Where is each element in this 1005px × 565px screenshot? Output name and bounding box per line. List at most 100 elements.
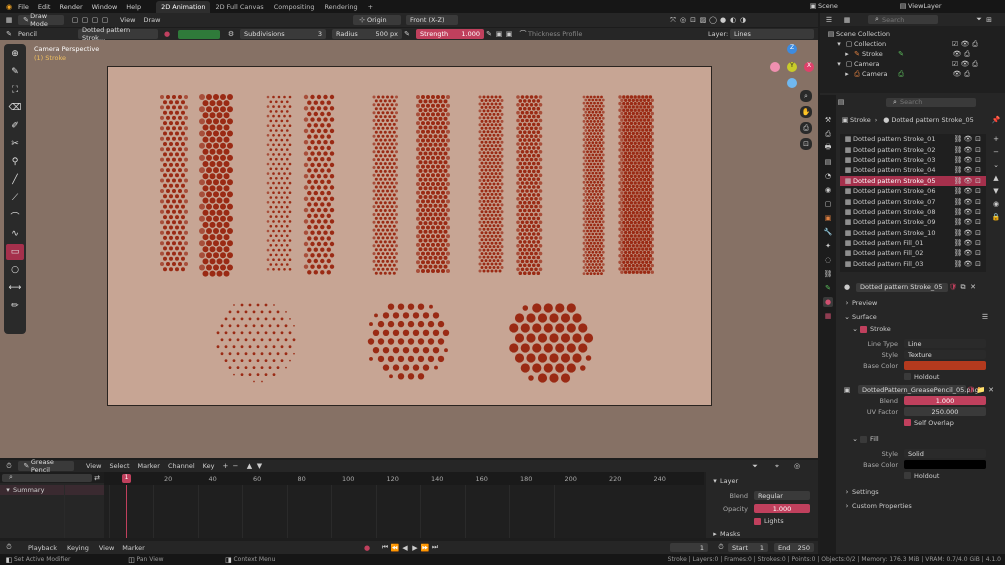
tab-compositing[interactable]: Compositing <box>269 1 320 13</box>
fake-user-icon[interactable]: 🛡 <box>948 282 958 292</box>
link-icon[interactable]: ⛓ <box>953 186 963 196</box>
scene-name[interactable]: Scene <box>818 2 898 10</box>
arc-tool-icon[interactable]: ⌒ <box>6 208 24 224</box>
proportional-icon[interactable]: ◎ <box>792 461 802 471</box>
visibility-icon[interactable]: 👁 <box>963 217 973 227</box>
visibility-icon[interactable]: 👁 <box>963 228 973 238</box>
image-browse-icon[interactable]: ▣ <box>842 385 852 395</box>
lights-checkbox[interactable] <box>754 517 761 525</box>
link-icon[interactable]: ⛓ <box>953 165 963 175</box>
gizmo-icon[interactable]: ⤧ <box>668 15 678 25</box>
material-slot-item[interactable]: ▦ Dotted pattern Stroke_03 ⛓ 👁 ⊡ <box>840 155 986 165</box>
collection-tab-icon[interactable]: ▢ <box>823 199 833 209</box>
snap-timeline-icon[interactable]: ⌖ <box>772 461 782 471</box>
menu-render[interactable]: Render <box>59 3 82 11</box>
subdivisions-field[interactable]: Subdivisions 3 <box>240 29 326 39</box>
annotate-tool-icon[interactable]: ✏ <box>6 298 24 314</box>
tool-tab-icon[interactable]: ⚒ <box>823 115 833 125</box>
jump-end-icon[interactable]: ⏭ <box>430 543 440 553</box>
shading-solid-icon[interactable]: ● <box>718 15 728 25</box>
play-icon[interactable]: ▶ <box>410 543 420 553</box>
modifier-tab-icon[interactable]: 🔧 <box>823 227 833 237</box>
preview-range-icon[interactable]: ⏱ <box>716 543 726 553</box>
uv-factor-field[interactable]: 250.000 <box>904 407 986 416</box>
interpolate-tool-icon[interactable]: ⟷ <box>6 280 24 296</box>
material-slot-item[interactable]: ▦ Dotted pattern Stroke_08 ⛓ 👁 ⊡ <box>840 207 986 217</box>
fill-enable-checkbox[interactable] <box>860 435 867 443</box>
material-slot-item[interactable]: ▦ Dotted pattern Stroke_05 ⛓ 👁 ⊡ <box>840 175 986 186</box>
settings-panel-header[interactable]: › Settings <box>842 486 1004 498</box>
physics-tab-icon[interactable]: ◌ <box>823 255 833 265</box>
visibility-icon[interactable]: 👁 <box>963 145 973 155</box>
outliner-camera[interactable]: ▸ ⎙ Camera ⎙ 👁 ⎙ <box>826 69 1005 79</box>
lock-icon[interactable]: ⊡ <box>973 217 983 227</box>
menu-file[interactable]: File <box>18 3 29 11</box>
visibility-icon[interactable]: 👁 <box>963 176 973 186</box>
camera-render-icon[interactable]: ⎙ <box>970 59 980 69</box>
link-icon[interactable]: ⛓ <box>953 176 963 186</box>
lock-icon[interactable]: ⊡ <box>973 248 983 258</box>
move-up-icon[interactable]: ▲ <box>991 173 1001 183</box>
current-frame-field[interactable]: 1 <box>670 543 708 552</box>
lock-icon[interactable]: ⊡ <box>973 176 983 186</box>
link-icon[interactable]: ⛓ <box>953 228 963 238</box>
filter-icon[interactable]: ⏷ <box>750 461 760 471</box>
material-tab-icon[interactable]: ● <box>823 297 833 307</box>
front-view-dropdown[interactable]: Front (X-Z) <box>406 15 458 25</box>
menu-window[interactable]: Window <box>92 3 118 11</box>
stroke-subpanel-header[interactable]: ⌄ Stroke <box>842 323 1004 335</box>
scene-tab-icon[interactable]: ◔ <box>823 171 833 181</box>
jump-start-icon[interactable]: ⏮ <box>380 543 390 553</box>
texture-fake-user-icon[interactable]: 🛡 <box>966 385 976 395</box>
material-slot-item[interactable]: ▦ Dotted pattern Stroke_10 ⛓ 👁 ⊡ <box>840 228 986 238</box>
camera-render-icon[interactable]: ⎙ <box>962 69 972 79</box>
footer-view-menu[interactable]: View <box>99 544 114 552</box>
draw-menu[interactable]: Draw <box>143 16 160 24</box>
timeline-menu-select[interactable]: Select <box>109 462 129 470</box>
camera-render-icon[interactable]: ⎙ <box>962 49 972 59</box>
swap-icon[interactable]: ⇄ <box>92 473 102 483</box>
outliner-camera-collection[interactable]: ▾ ▢ Camera ☑ 👁 ⎙ <box>826 59 1005 69</box>
keying-menu[interactable]: Keying <box>67 544 89 552</box>
mode-dropdown[interactable]: ✎ Draw Mode <box>18 12 64 28</box>
material-slot-item[interactable]: ▦ Dotted pattern Stroke_01 ⛓ 👁 ⊡ <box>840 134 986 144</box>
cutter-tool-icon[interactable]: ✂ <box>6 136 24 152</box>
surface-panel-header[interactable]: ⌄ Surface ☰ <box>842 311 1004 323</box>
color-mode-icon[interactable]: ▣ <box>494 29 504 39</box>
camera-view-icon[interactable]: ⎙ <box>800 122 812 134</box>
shading-rendered-icon[interactable]: ◑ <box>738 15 748 25</box>
toggle-icon-1[interactable]: ▢ <box>70 15 80 25</box>
visibility-icon[interactable]: 👁 <box>952 69 962 79</box>
blender-logo-icon[interactable]: ◉ <box>4 2 14 12</box>
material-sphere-icon[interactable]: ● <box>162 29 172 39</box>
radius-field[interactable]: Radius 500 px <box>332 29 402 39</box>
properties-search-input[interactable]: ⌕ Search <box>886 97 976 107</box>
box-tool-icon[interactable]: ▭ <box>6 244 24 260</box>
link-icon[interactable]: ⛓ <box>953 145 963 155</box>
link-icon[interactable]: ⛓ <box>953 217 963 227</box>
snap-icon[interactable]: ⊡ <box>688 15 698 25</box>
stroke-enable-checkbox[interactable] <box>860 325 867 333</box>
record-icon[interactable]: ● <box>362 543 372 553</box>
link-icon[interactable]: ⛓ <box>953 197 963 207</box>
drawing-canvas[interactable] <box>107 66 712 406</box>
fill-subpanel-header[interactable]: ⌄ Fill <box>842 433 1004 445</box>
outliner-stroke[interactable]: ▸ ✎ Stroke ✎ 👁 ⎙ <box>826 49 1005 59</box>
xray-icon[interactable]: ▨ <box>698 15 708 25</box>
view-layer-tab-icon[interactable]: ▤ <box>823 157 833 167</box>
lock-icon[interactable]: ⊡ <box>973 145 983 155</box>
lock-icon[interactable]: ⊡ <box>973 259 983 269</box>
outliner-collection[interactable]: ▾ ▢ Collection ☑ 👁 ⎙ <box>826 39 1005 49</box>
specials-icon[interactable]: ⌄ <box>991 160 1001 170</box>
visibility-icon[interactable]: 👁 <box>963 155 973 165</box>
channel-search-input[interactable]: ⌕ <box>2 473 92 482</box>
self-overlap-checkbox[interactable] <box>904 419 911 426</box>
strength-pressure-icon[interactable]: ✎ <box>484 29 494 39</box>
origin-dropdown[interactable]: ⊹ Origin <box>353 15 401 25</box>
brush-color-swatch[interactable] <box>178 29 220 39</box>
zoom-icon[interactable]: ⌕ <box>800 90 812 102</box>
prev-key-icon[interactable]: ⏪ <box>390 543 400 553</box>
display-mode-icon[interactable]: ▦ <box>842 15 852 25</box>
link-icon[interactable]: ⛓ <box>953 259 963 269</box>
blend-field[interactable]: 1.000 <box>904 396 986 405</box>
